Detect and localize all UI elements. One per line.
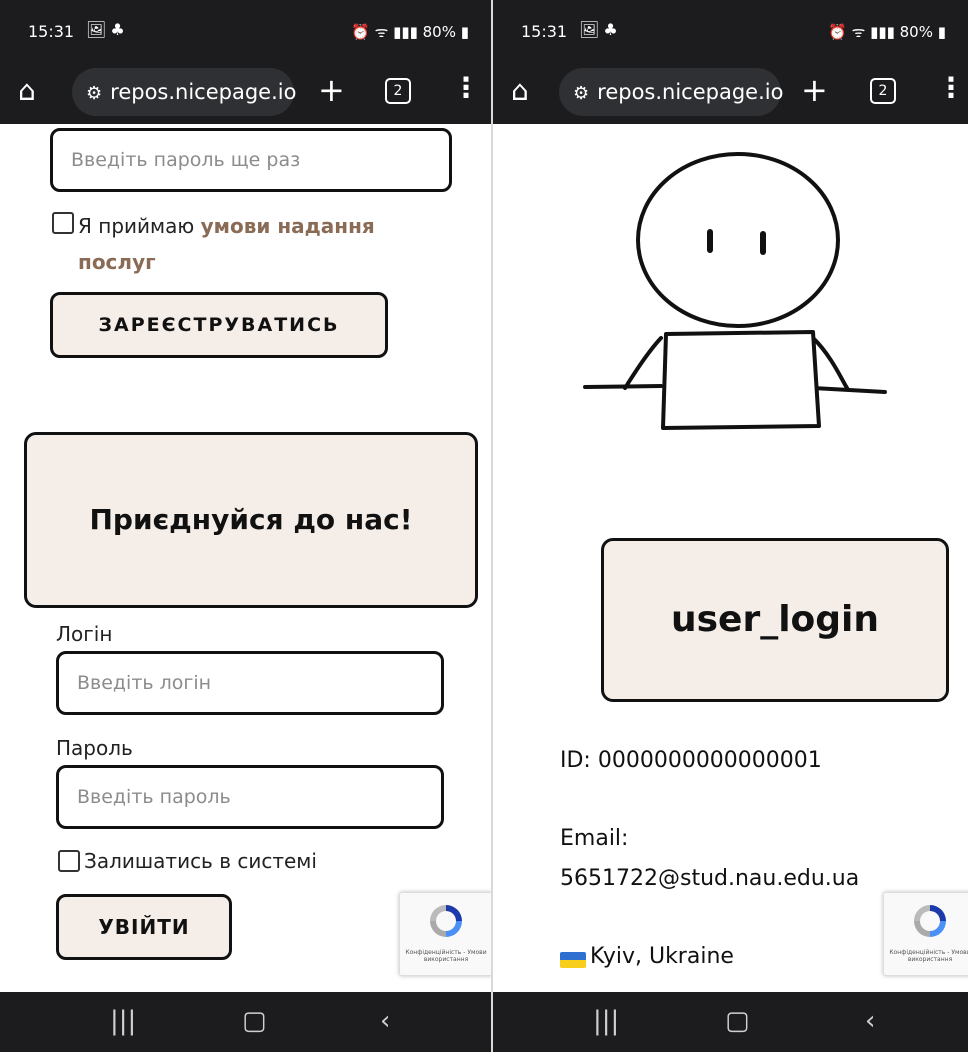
- system-icons: ⏰ ᯤ ▮▮▮ 80% ▮: [351, 23, 469, 41]
- password-placeholder: Введіть пароль: [77, 786, 231, 808]
- more-menu-icon[interactable]: ⋮: [937, 74, 965, 102]
- system-icons: ⏰ ᯤ ▮▮▮ 80% ▮: [828, 23, 946, 41]
- tab-switcher-button[interactable]: 2: [385, 78, 411, 104]
- battery-level: 80%: [899, 23, 933, 41]
- password-input[interactable]: Введіть пароль: [56, 765, 444, 829]
- right-screen: 15:31 🖼♣ ⏰ ᯤ ▮▮▮ 80% ▮ ⌂ ⚙ repos.nicepage…: [493, 0, 968, 1052]
- browser-toolbar: ⌂ ⚙ repos.nicepage.io + 2 ⋮: [493, 60, 968, 124]
- user-avatar-illustration: [583, 152, 887, 430]
- site-settings-icon[interactable]: ⚙: [86, 83, 102, 104]
- login-label: Логін: [56, 622, 113, 646]
- login-placeholder: Введіть логін: [77, 672, 212, 694]
- register-button[interactable]: ЗАРЕЄСТРУВАТИСЬ: [50, 292, 388, 358]
- recaptcha-icon: [430, 905, 462, 937]
- home-nav-icon[interactable]: ▢: [725, 1006, 750, 1036]
- back-icon[interactable]: ‹: [380, 1006, 390, 1036]
- password-repeat-placeholder: Введіть пароль ще раз: [71, 149, 301, 171]
- more-menu-icon[interactable]: ⋮: [452, 74, 480, 102]
- system-nav-bar: ||| ▢ ‹: [493, 992, 968, 1052]
- new-tab-icon[interactable]: +: [318, 74, 345, 106]
- status-time: 15:31: [28, 22, 75, 41]
- recaptcha-icon: [914, 905, 946, 937]
- url-text: repos.nicepage.io: [110, 80, 297, 104]
- home-nav-icon[interactable]: ▢: [242, 1006, 267, 1036]
- site-settings-icon[interactable]: ⚙: [573, 83, 589, 104]
- status-bar: 15:31 🖼♣ ⏰ ᯤ ▮▮▮ 80% ▮: [0, 0, 491, 60]
- recent-apps-icon[interactable]: |||: [110, 1006, 136, 1036]
- url-text: repos.nicepage.io: [597, 80, 784, 104]
- email-value: 5651722@stud.nau.edu.ua: [560, 866, 860, 891]
- recaptcha-badge[interactable]: Конфіденційність - Умови використання: [399, 892, 491, 976]
- password-repeat-input[interactable]: Введіть пароль ще раз: [50, 128, 452, 192]
- notification-icons: 🖼♣: [86, 20, 129, 39]
- user-id: ID: 0000000000000001: [560, 748, 822, 773]
- remember-label: Залишатись в системі: [84, 849, 317, 873]
- ukraine-flag-icon: [560, 952, 586, 968]
- left-screen: 15:31 🖼♣ ⏰ ᯤ ▮▮▮ 80% ▮ ⌂ ⚙ repos.nicepage…: [0, 0, 491, 1052]
- terms-prefix: Я приймаю: [78, 214, 195, 238]
- back-icon[interactable]: ‹: [865, 1006, 875, 1036]
- home-icon[interactable]: ⌂: [18, 76, 36, 106]
- location: Kyiv, Ukraine: [590, 944, 734, 969]
- new-tab-icon[interactable]: +: [801, 74, 828, 106]
- status-time: 15:31: [521, 22, 568, 41]
- terms-checkbox[interactable]: [52, 212, 74, 234]
- remember-checkbox[interactable]: [58, 850, 80, 872]
- address-bar[interactable]: ⚙ repos.nicepage.io: [559, 68, 784, 116]
- login-input[interactable]: Введіть логін: [56, 651, 444, 715]
- browser-toolbar: ⌂ ⚙ repos.nicepage.io + 2 ⋮: [0, 60, 491, 124]
- join-banner: Приєднуйся до нас!: [24, 432, 478, 608]
- terms-text: Я приймаю умови надання послуг: [78, 208, 418, 280]
- status-bar: 15:31 🖼♣ ⏰ ᯤ ▮▮▮ 80% ▮: [493, 0, 968, 60]
- username-card: user_login: [601, 538, 949, 702]
- email-label: Email:: [560, 826, 629, 851]
- tab-switcher-button[interactable]: 2: [870, 78, 896, 104]
- battery-level: 80%: [422, 23, 456, 41]
- recaptcha-badge[interactable]: Конфіденційність - Умови використання: [883, 892, 968, 976]
- recent-apps-icon[interactable]: |||: [593, 1006, 619, 1036]
- system-nav-bar: ||| ▢ ‹: [0, 992, 491, 1052]
- notification-icons: 🖼♣: [579, 20, 622, 39]
- login-button[interactable]: УВІЙТИ: [56, 894, 232, 960]
- recaptcha-text[interactable]: Конфіденційність - Умови використання: [886, 949, 968, 963]
- address-bar[interactable]: ⚙ repos.nicepage.io: [72, 68, 297, 116]
- password-label: Пароль: [56, 736, 133, 760]
- recaptcha-text[interactable]: Конфіденційність - Умови використання: [402, 949, 490, 963]
- home-icon[interactable]: ⌂: [511, 76, 529, 106]
